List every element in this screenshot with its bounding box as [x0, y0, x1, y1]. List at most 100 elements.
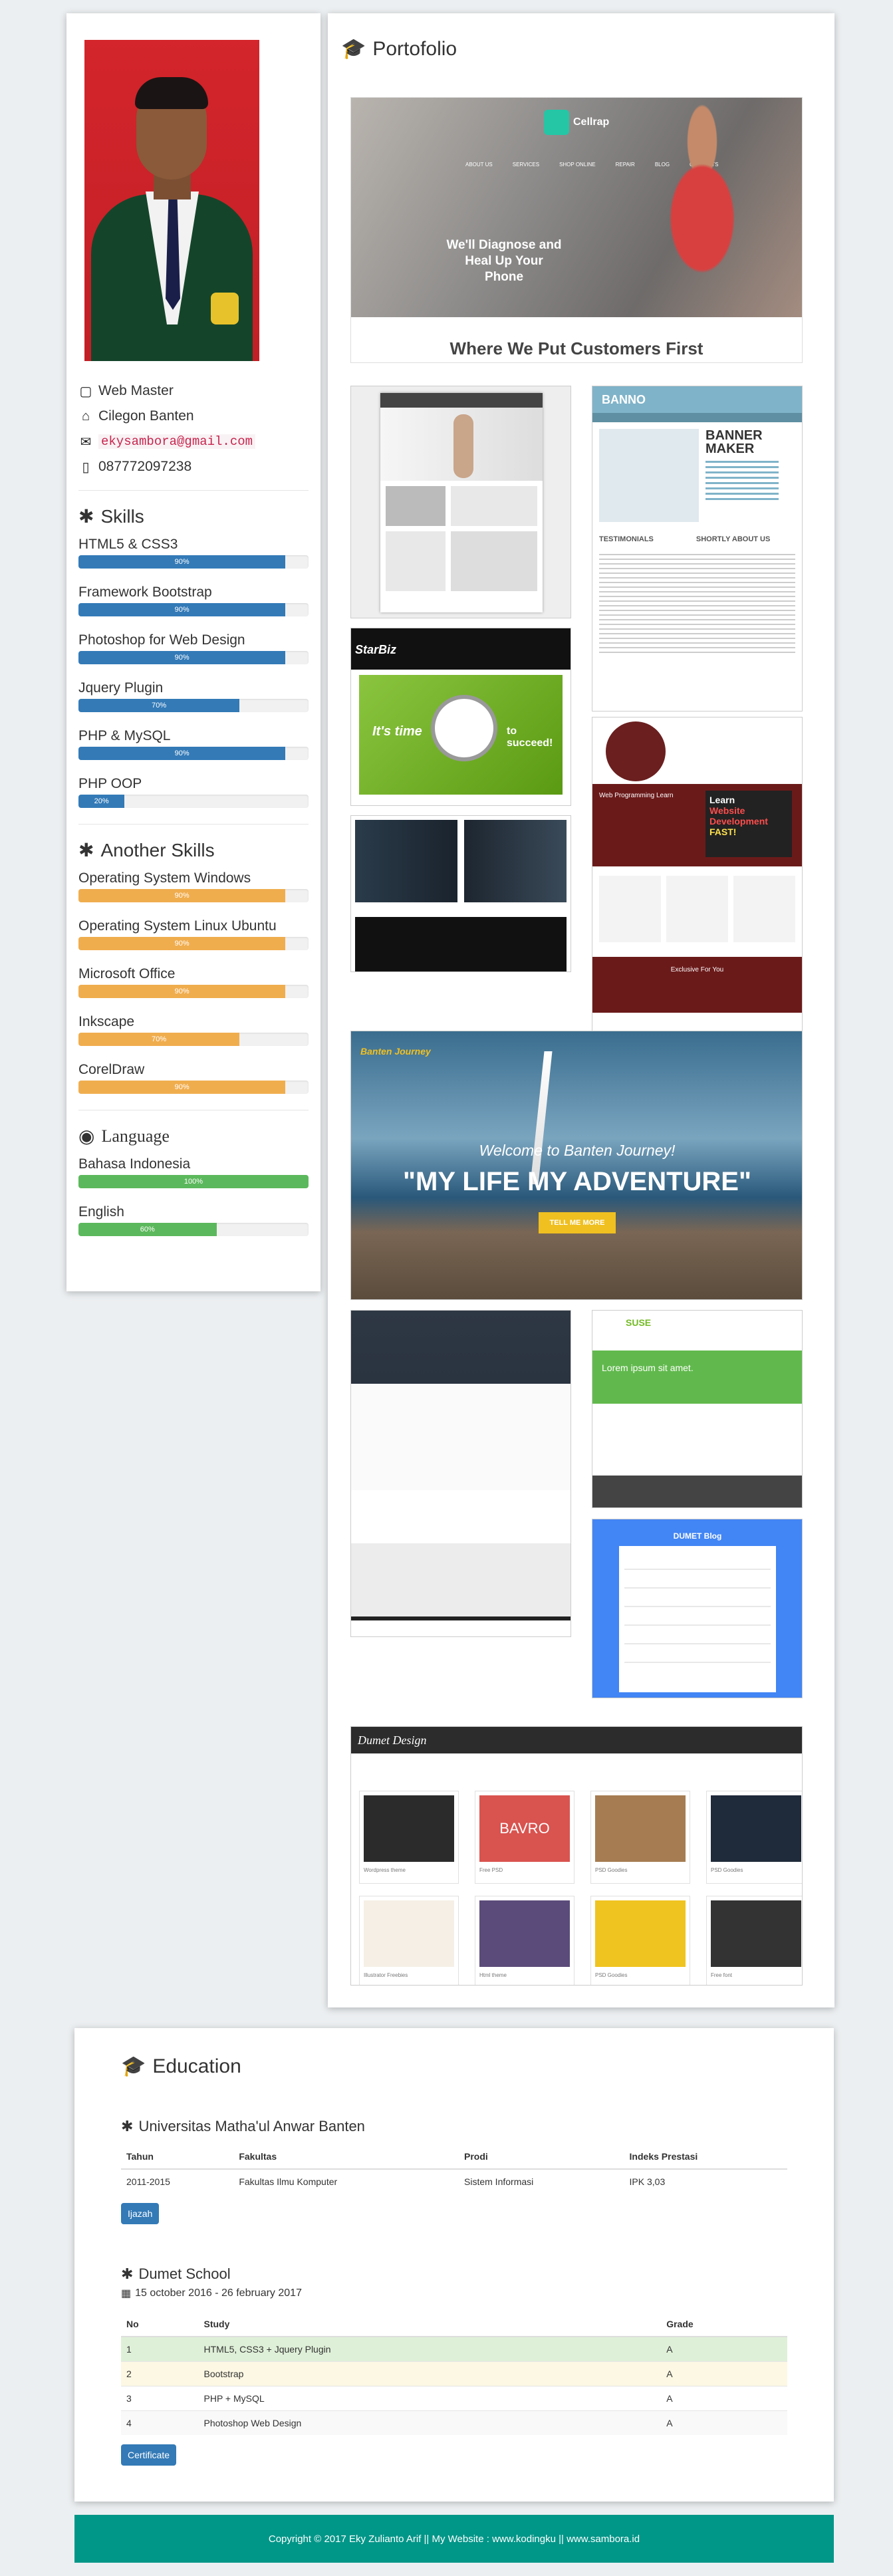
briefcase-icon: ▢	[79, 384, 92, 399]
table-cell: A	[661, 2386, 787, 2411]
progress-fill: 90%	[78, 651, 286, 664]
footer-text: Copyright © 2017 Eky Zulianto Arif || My…	[268, 2533, 640, 2545]
email-text[interactable]: ekysambora@gmail.com	[98, 434, 256, 449]
table-row: 3 PHP + MySQL A	[121, 2386, 787, 2411]
starbiz-brand: StarBiz	[351, 628, 571, 670]
cellrapp-headline: We'll Diagnose and Heal Up Your Phone	[446, 238, 562, 284]
person-photo	[630, 98, 750, 317]
table-row: 2 Bootstrap A	[121, 2361, 787, 2386]
dumet-dates: 15 october 2016 - 26 february 2017	[135, 2287, 302, 2299]
table-cell: Bootstrap	[198, 2361, 662, 2386]
skill-name: Operating System Windows	[78, 870, 251, 886]
ijazah-button[interactable]: Ijazah	[121, 2203, 160, 2224]
table-cell: 4	[121, 2410, 199, 2435]
dumet-school-heading: ✱ Dumet School	[121, 2265, 787, 2283]
progress-bar: 90%	[78, 555, 309, 569]
sailboat-icon	[530, 1051, 553, 1184]
banno-about: SHORTLY ABOUT US	[696, 535, 771, 543]
envelope-icon: ✉	[80, 434, 92, 450]
design-card[interactable]: Free font	[706, 1896, 802, 1985]
skill-name: CorelDraw	[78, 1062, 145, 1077]
job-text: Web Master	[98, 383, 174, 398]
clock-icon	[431, 695, 497, 761]
email-row: ✉ ekysambora@gmail.com	[78, 429, 309, 454]
language-list: Bahasa Indonesia 100% English 60%	[78, 1156, 309, 1236]
job-row: ▢ Web Master	[78, 378, 309, 404]
footer: Copyright © 2017 Eky Zulianto Arif || My…	[74, 2515, 834, 2563]
design-card[interactable]: PSD Goodies	[590, 1896, 690, 1985]
another-skills-list: Operating System Windows 90% Operating Sys…	[78, 870, 309, 1094]
design-card-caption: Illustrator Freebies	[364, 1972, 408, 1978]
portfolio-item-learn[interactable]: Web Programming Learn Learn Website Deve…	[592, 717, 803, 1039]
dumet-dates-row: ▦ 15 october 2016 - 26 february 2017	[121, 2287, 787, 2300]
asterisk-icon: ✱	[121, 2118, 134, 2134]
progress-fill: 90%	[78, 889, 286, 902]
university-table: Tahun Fakultas Prodi Indeks Prestasi 2011-2…	[121, 2144, 787, 2194]
portfolio-item-starbiz[interactable]: StarBiz It's time to succeed!	[350, 628, 571, 806]
university-table-header: Tahun Fakultas Prodi Indeks Prestasi	[121, 2144, 787, 2170]
skill-name: Photoshop for Web Design	[78, 632, 245, 648]
portfolio-title: Portofolio	[372, 37, 457, 60]
skill-name: PHP OOP	[78, 776, 142, 791]
skills-title: Skills	[100, 505, 144, 527]
progress-fill: 90%	[78, 555, 286, 569]
learn-title: Web Programming Learn	[599, 792, 674, 799]
asterisk-icon: ✱	[78, 840, 94, 860]
progress-bar: 70%	[78, 699, 309, 712]
progress-fill: 100%	[78, 1175, 309, 1188]
progress-fill: 90%	[78, 603, 286, 616]
certificate-button[interactable]: Certificate	[121, 2444, 177, 2466]
design-card[interactable]: Html theme	[475, 1896, 574, 1985]
location-row: ⌂ Cilegon Banten	[78, 404, 309, 429]
portfolio-item-suse[interactable]: SUSE Lorem ipsum sit amet.	[592, 1310, 803, 1508]
banten-brand: Banten Journey	[360, 1046, 431, 1057]
progress-bar: 90%	[78, 937, 309, 950]
portfolio-item-banno[interactable]: BANNO BANNER MAKER TESTIMONIALS SHORTLY …	[592, 386, 803, 711]
dumet-school-name: Dumet School	[138, 2265, 231, 2282]
portfolio-item-winner[interactable]	[350, 386, 571, 618]
portfolio-heading: 🎓 Portofolio	[341, 37, 821, 61]
design-card-image	[595, 1795, 686, 1862]
progress-fill: 90%	[78, 985, 286, 998]
dumet-table-header: No Study Grade	[121, 2312, 787, 2337]
home-icon: ⌂	[81, 408, 90, 424]
graduation-cap-icon: 🎓	[121, 2055, 146, 2077]
portfolio-item-dumet-blog[interactable]: DUMET Blog	[592, 1519, 803, 1698]
learn-line3: Development	[709, 816, 768, 827]
education-title: Education	[152, 2055, 241, 2077]
portfolio-item-banner-ads[interactable]	[350, 815, 571, 972]
profile-photo	[84, 40, 259, 361]
design-card-caption: PSD Goodies	[595, 1867, 628, 1873]
design-card[interactable]: Wordpress theme	[359, 1791, 459, 1884]
table-cell: 2011-2015	[121, 2168, 234, 2194]
table-row: 4 Photoshop Web Design A	[121, 2410, 787, 2435]
progress-bar: 90%	[78, 1081, 309, 1094]
progress-bar: 90%	[78, 651, 309, 664]
design-card-caption: Free font	[711, 1972, 733, 1978]
design-card[interactable]: Illustrator Freebies	[359, 1896, 459, 1985]
banten-cta[interactable]: TELL ME MORE	[539, 1212, 616, 1233]
design-card[interactable]: PSD Goodies	[706, 1791, 802, 1884]
progress-bar: 20%	[78, 795, 309, 808]
design-card-caption: PSD Goodies	[711, 1867, 743, 1873]
design-card-caption: PSD Goodies	[595, 1972, 628, 1978]
portfolio-item-dumet-design[interactable]: Dumet Design Wordpress theme BAVRO Free PS…	[350, 1726, 803, 1986]
skill-name: Framework Bootstrap	[78, 584, 212, 600]
asterisk-icon: ✱	[121, 2265, 134, 2282]
progress-fill: 60%	[78, 1223, 217, 1236]
table-cell: 3	[121, 2386, 199, 2411]
design-card[interactable]: BAVRO Free PSD	[475, 1791, 574, 1884]
progress-fill: 90%	[78, 747, 286, 760]
learn-line1: Learn	[709, 795, 735, 805]
progress-fill: 90%	[78, 937, 286, 950]
portfolio-item-landing[interactable]	[350, 1310, 571, 1637]
starbiz-slogan-a: It's time	[372, 724, 422, 739]
portfolio-item-banten-journey[interactable]: Banten Journey Welcome to Banten Journey…	[350, 1031, 803, 1300]
table-header-cell: Indeks Prestasi	[624, 2144, 787, 2170]
design-card-caption: Wordpress theme	[364, 1867, 406, 1873]
design-card[interactable]: PSD Goodies	[590, 1791, 690, 1884]
skill-name: Inkscape	[78, 1014, 135, 1029]
suse-brand: SUSE	[626, 1317, 652, 1328]
design-card-image	[595, 1900, 686, 1967]
portfolio-item-cellrapp[interactable]: Cellrap ABOUT US SERVICES SHOP ONLINE REPAI…	[350, 97, 803, 363]
